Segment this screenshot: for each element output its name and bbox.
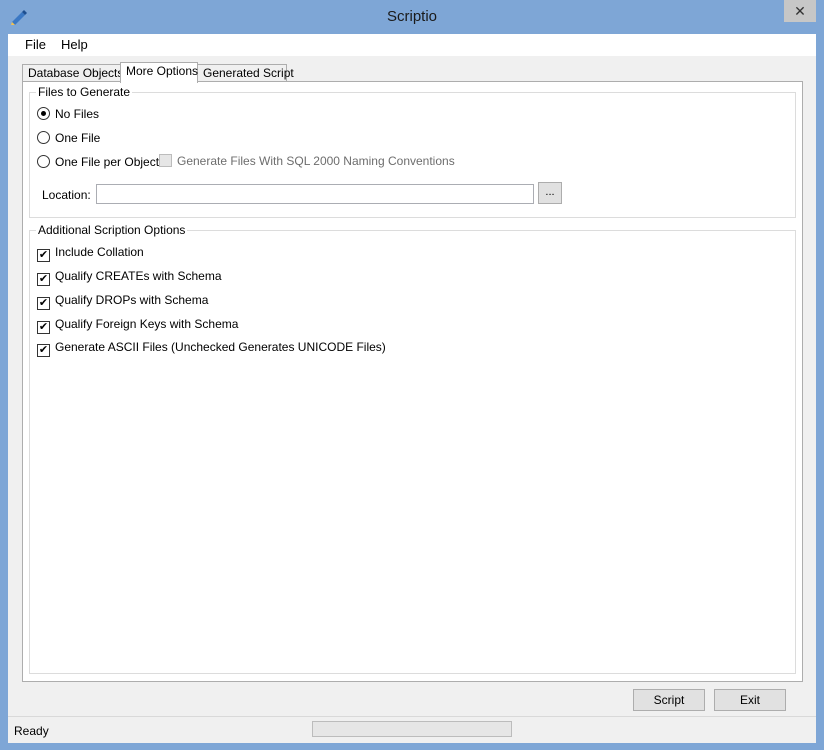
checkbox-box[interactable]: ✔ xyxy=(37,344,50,357)
more-options-panel: Files to Generate No Files One File One … xyxy=(22,81,803,682)
qualify-drops-checkbox[interactable]: ✔ Qualify DROPs with Schema xyxy=(37,292,209,310)
radio-button[interactable] xyxy=(37,131,50,144)
checkbox-label: Qualify Foreign Keys with Schema xyxy=(55,317,239,331)
checkbox-box[interactable]: ✔ xyxy=(37,297,50,310)
client-area: File Help Database Objects More Options … xyxy=(8,34,816,743)
tab-database-objects[interactable]: Database Objects xyxy=(22,64,123,82)
exit-button[interactable]: Exit xyxy=(714,689,786,711)
checkbox-label: Generate Files With SQL 2000 Naming Conv… xyxy=(177,154,455,168)
radio-label: No Files xyxy=(55,107,100,121)
files-to-generate-group: Files to Generate No Files One File One … xyxy=(29,85,796,218)
location-label: Location: xyxy=(42,188,91,202)
radio-no-files[interactable]: No Files xyxy=(37,106,99,122)
additional-options-title: Additional Scription Options xyxy=(36,223,188,237)
title-bar: Scriptio ✕ xyxy=(0,0,824,34)
tab-generated-script[interactable]: Generated Script xyxy=(197,64,294,82)
checkbox-box[interactable]: ✔ xyxy=(37,273,50,286)
checkbox-label: Qualify DROPs with Schema xyxy=(55,293,209,307)
radio-label: One File xyxy=(55,131,101,145)
radio-one-file[interactable]: One File xyxy=(37,130,100,146)
app-window: Scriptio ✕ File Help Database Objects Mo… xyxy=(0,0,824,750)
status-text: Ready xyxy=(14,724,49,738)
checkbox-box[interactable]: ✔ xyxy=(37,249,50,262)
radio-label: One File per Object xyxy=(55,155,160,169)
browse-button[interactable]: ... xyxy=(538,182,562,204)
qualify-creates-checkbox[interactable]: ✔ Qualify CREATEs with Schema xyxy=(37,268,222,286)
checkbox-label: Qualify CREATEs with Schema xyxy=(55,269,222,283)
checkbox-box[interactable]: ✔ xyxy=(37,321,50,334)
menu-help[interactable]: Help xyxy=(61,37,88,52)
checkbox-box[interactable] xyxy=(159,154,172,167)
additional-options-group: Additional Scription Options ✔ Include Co… xyxy=(29,223,796,674)
sql2000-naming-checkbox[interactable]: Generate Files With SQL 2000 Naming Conv… xyxy=(159,153,455,169)
generate-ascii-checkbox[interactable]: ✔ Generate ASCII Files (Unchecked Generat… xyxy=(37,339,386,357)
close-button[interactable]: ✕ xyxy=(784,0,816,22)
radio-one-file-per-object[interactable]: One File per Object xyxy=(37,154,159,170)
files-to-generate-title: Files to Generate xyxy=(36,85,133,99)
location-input[interactable] xyxy=(96,184,534,204)
include-collation-checkbox[interactable]: ✔ Include Collation xyxy=(37,244,144,262)
status-bar: Ready xyxy=(8,716,816,743)
radio-button[interactable] xyxy=(37,155,50,168)
window-title: Scriptio xyxy=(386,8,438,25)
menu-bar: File Help xyxy=(8,34,816,56)
menu-file[interactable]: File xyxy=(25,37,46,52)
radio-button[interactable] xyxy=(37,107,50,120)
progress-bar xyxy=(312,721,512,737)
tab-more-options[interactable]: More Options xyxy=(120,62,198,83)
script-button[interactable]: Script xyxy=(633,689,705,711)
checkbox-label: Generate ASCII Files (Unchecked Generate… xyxy=(55,340,386,354)
qualify-foreign-keys-checkbox[interactable]: ✔ Qualify Foreign Keys with Schema xyxy=(37,316,239,334)
checkbox-label: Include Collation xyxy=(55,245,144,259)
